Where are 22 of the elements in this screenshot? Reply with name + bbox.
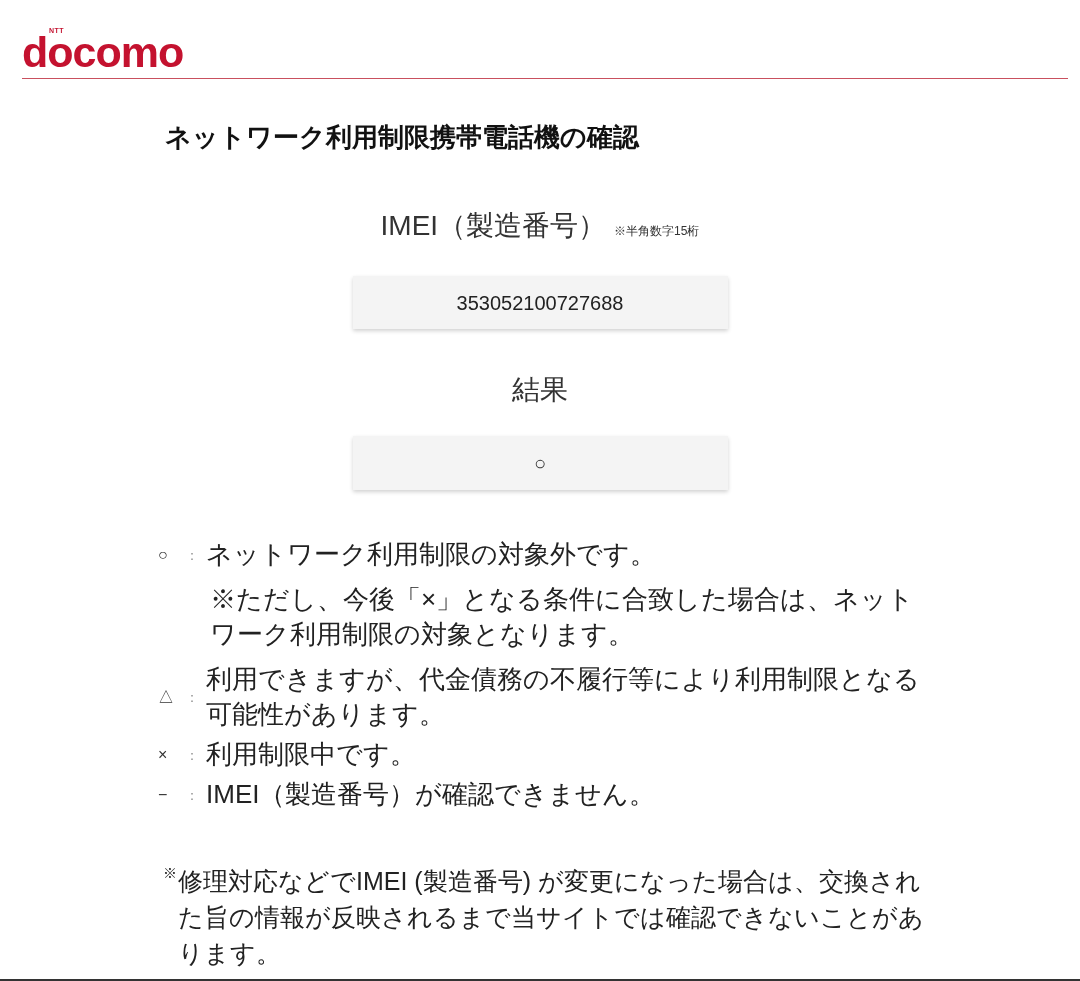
legend-symbol: ○ bbox=[158, 544, 169, 565]
result-label: 結果 bbox=[512, 373, 568, 407]
logo-wordmark: docomo bbox=[22, 34, 184, 70]
legend-separator: ： bbox=[184, 785, 200, 805]
page-title: ネットワーク利用制限携帯電話機の確認 bbox=[165, 121, 639, 154]
legend-note: ※ただし、今後「×」となる条件に合致した場合は、ネットワーク利用制限の対象となります。 bbox=[210, 583, 916, 651]
legend-symbol: − bbox=[158, 784, 169, 805]
footnote-mark: ※ bbox=[163, 865, 178, 881]
legend-text: ネットワーク利用制限の対象外です。 bbox=[206, 538, 656, 571]
result-value: ○ bbox=[352, 436, 728, 490]
footnote-text: 修理対応などでIMEI (製造番号) が変更になった場合は、交換された旨の情報が反映されるまで当サイトでは確認できないことがあります。 bbox=[178, 866, 924, 969]
imei-note: ※半角数字15桁 bbox=[614, 224, 700, 238]
legend-symbol: △ bbox=[158, 687, 175, 707]
legend-text: 利用できますが、代金債務の不履行等により利用制限となる可能性があります。 bbox=[206, 663, 921, 731]
imei-label: IMEI（製造番号） bbox=[380, 209, 607, 243]
legend-text: IMEI（製造番号）が確認できません。 bbox=[206, 778, 656, 811]
imei-value: 353052100727688 bbox=[352, 276, 728, 329]
legend-separator: ： bbox=[184, 545, 200, 565]
legend-symbol: × bbox=[158, 744, 169, 765]
legend-separator: ： bbox=[184, 745, 200, 765]
legend-separator: ： bbox=[184, 688, 200, 707]
legend-text: 利用制限中です。 bbox=[206, 738, 416, 771]
